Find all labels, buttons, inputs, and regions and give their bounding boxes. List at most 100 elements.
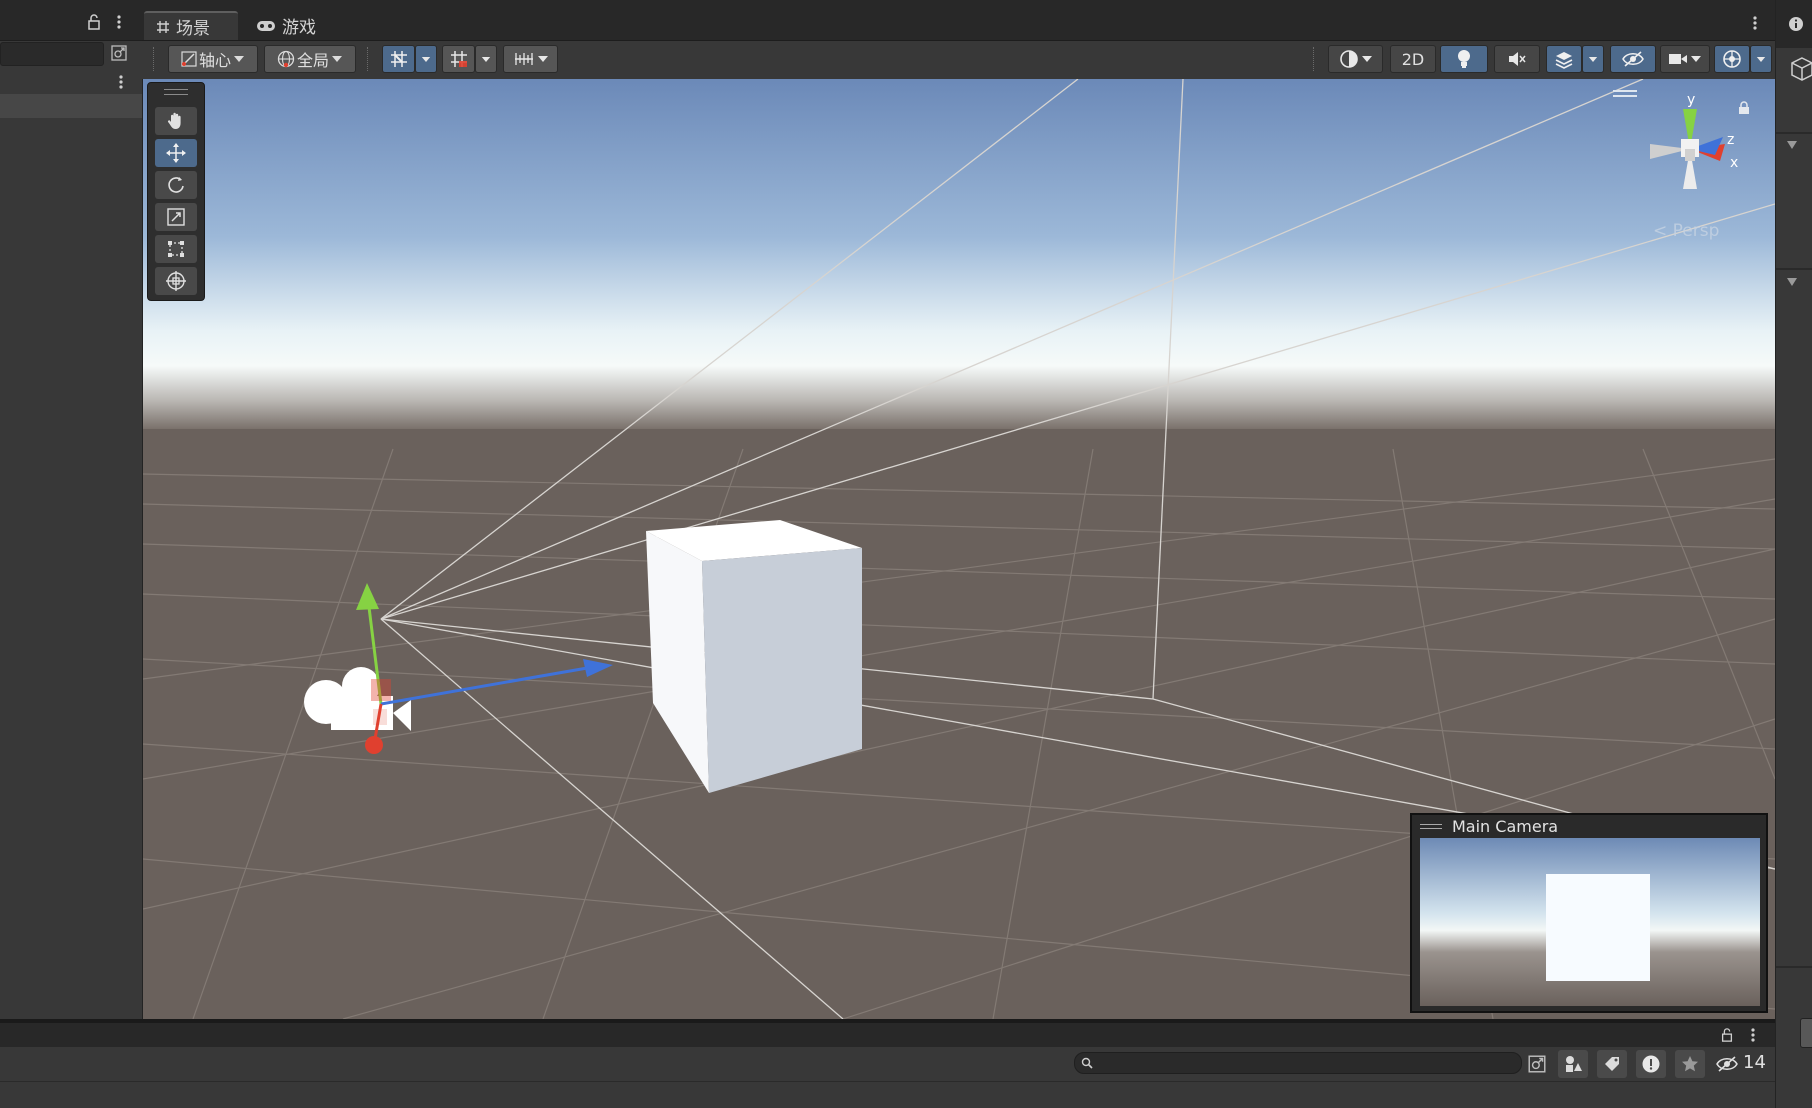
scale-tool-button[interactable] xyxy=(155,203,197,231)
chevron-down-icon xyxy=(332,56,342,62)
filter-errors-button[interactable] xyxy=(1636,1050,1666,1078)
snap-increment-dropdown[interactable] xyxy=(475,45,497,73)
transform-combined-icon xyxy=(166,271,186,291)
pivot-dropdown[interactable]: 轴心 xyxy=(168,45,258,73)
console-menu-icon[interactable] xyxy=(1750,1027,1756,1043)
mode-2d-toggle[interactable]: 2D xyxy=(1390,45,1436,73)
global-dropdown[interactable]: 全局 xyxy=(264,45,356,73)
eye-slash-icon xyxy=(1622,51,1644,67)
toolbar-grip xyxy=(153,47,156,71)
grid-snap-toggle[interactable] xyxy=(382,45,415,73)
move-tool-button[interactable] xyxy=(155,139,197,167)
preview-cube xyxy=(1546,874,1650,981)
console-search-input[interactable] xyxy=(1074,1052,1522,1074)
projection-label[interactable]: < Persp xyxy=(1653,221,1719,241)
global-label: 全局 xyxy=(296,51,329,70)
info-icon[interactable] xyxy=(1788,16,1804,32)
ruler-dropdown[interactable] xyxy=(503,45,558,73)
expand-triangle-icon[interactable] xyxy=(1786,277,1798,287)
gizmo-lock-icon[interactable] xyxy=(1738,101,1750,115)
hierarchy-row[interactable] xyxy=(0,94,142,118)
filter-type-button[interactable] xyxy=(1558,1050,1588,1078)
scene-more-icon[interactable] xyxy=(118,74,124,90)
console-lock-icon[interactable] xyxy=(1720,1027,1734,1043)
snap-increment-icon xyxy=(450,51,467,67)
camera-preview-render xyxy=(1420,838,1760,1006)
globe-icon xyxy=(277,50,295,68)
overlay-grip[interactable] xyxy=(1613,90,1637,97)
hidden-items-icon[interactable] xyxy=(1716,1055,1738,1073)
tag-icon xyxy=(1605,1057,1619,1071)
hand-tool-button[interactable] xyxy=(155,107,197,135)
preview-grip[interactable] xyxy=(1420,824,1442,829)
gizmo-z-label: z xyxy=(1727,132,1734,148)
hierarchy-search-input[interactable] xyxy=(0,42,104,66)
add-component-button[interactable] xyxy=(1800,1018,1812,1048)
chevron-down-icon xyxy=(481,56,491,62)
palette-grip[interactable] xyxy=(164,89,188,95)
tab-scene[interactable]: 场景 xyxy=(144,11,238,40)
grid-hash-icon xyxy=(157,20,169,33)
skybox xyxy=(143,79,1775,429)
grid-snap-dropdown[interactable] xyxy=(415,45,437,73)
draw-mode-dropdown[interactable] xyxy=(1328,45,1383,73)
scene-window-menu-icon[interactable] xyxy=(1752,15,1758,31)
layers-effects-icon xyxy=(1555,52,1573,69)
toolbar-separator-right xyxy=(1313,47,1316,71)
gizmos-dropdown[interactable] xyxy=(1750,45,1772,73)
console-body xyxy=(0,1082,1775,1108)
more-menu-icon[interactable] xyxy=(116,14,122,30)
persp-label: Persp xyxy=(1672,221,1720,241)
scene-visibility-toggle[interactable] xyxy=(1610,45,1656,73)
mode-2d-label: 2D xyxy=(1401,49,1425,69)
filter-label-button[interactable] xyxy=(1597,1050,1627,1078)
star-icon xyxy=(1682,1056,1698,1072)
grid-snap-icon xyxy=(390,51,407,67)
chevron-down-icon xyxy=(1691,56,1701,62)
gizmo-globe-icon xyxy=(1723,50,1741,68)
warning-circle-icon xyxy=(1642,1055,1660,1073)
inspector-divider xyxy=(1776,268,1812,270)
light-bulb-icon xyxy=(1458,50,1470,68)
ruler-icon xyxy=(514,53,533,65)
tab-game[interactable]: 游戏 xyxy=(244,11,348,40)
inspector-divider xyxy=(1776,966,1812,968)
transform-tool-button[interactable] xyxy=(155,267,197,295)
rotate-icon xyxy=(168,177,184,193)
search-popout-icon[interactable] xyxy=(110,44,128,62)
scale-icon xyxy=(167,208,185,226)
orientation-gizmo[interactable]: y z x xyxy=(1635,89,1745,209)
audio-toggle[interactable] xyxy=(1494,45,1540,73)
effects-toggle[interactable] xyxy=(1546,45,1582,73)
gizmos-toggle[interactable] xyxy=(1714,45,1750,73)
snap-increment-toggle[interactable] xyxy=(442,45,475,73)
search-popout-icon[interactable] xyxy=(1527,1054,1547,1074)
camera-preview[interactable]: Main Camera xyxy=(1410,813,1768,1013)
chevron-down-icon xyxy=(537,56,548,62)
expand-triangle-icon[interactable] xyxy=(1786,140,1798,150)
favorites-button[interactable] xyxy=(1675,1050,1705,1078)
chevron-down-icon xyxy=(421,56,431,62)
chevron-down-icon xyxy=(1361,56,1372,62)
tab-scene-label: 场景 xyxy=(176,19,210,39)
rect-transform-icon xyxy=(168,241,184,257)
gamepad-icon xyxy=(257,20,275,31)
chevron-down-icon xyxy=(1756,56,1766,62)
speaker-muted-icon xyxy=(1509,52,1526,66)
lock-icon[interactable] xyxy=(86,14,102,30)
search-icon xyxy=(1081,1057,1093,1069)
move-arrows-icon xyxy=(166,143,186,163)
lighting-toggle[interactable] xyxy=(1440,45,1488,73)
effects-dropdown[interactable] xyxy=(1582,45,1604,73)
console-header xyxy=(0,1023,1775,1047)
tool-palette xyxy=(147,82,205,301)
rect-tool-button[interactable] xyxy=(155,235,197,263)
camera-settings-dropdown[interactable] xyxy=(1660,45,1710,73)
toolbar-separator xyxy=(367,47,370,71)
hand-icon xyxy=(167,112,181,129)
gizmo-x-label: x xyxy=(1730,155,1738,171)
chevron-down-icon xyxy=(1588,56,1598,62)
hidden-count: 14 xyxy=(1743,1052,1766,1073)
rotate-tool-button[interactable] xyxy=(155,171,197,199)
pivot-label: 轴心 xyxy=(198,51,231,70)
